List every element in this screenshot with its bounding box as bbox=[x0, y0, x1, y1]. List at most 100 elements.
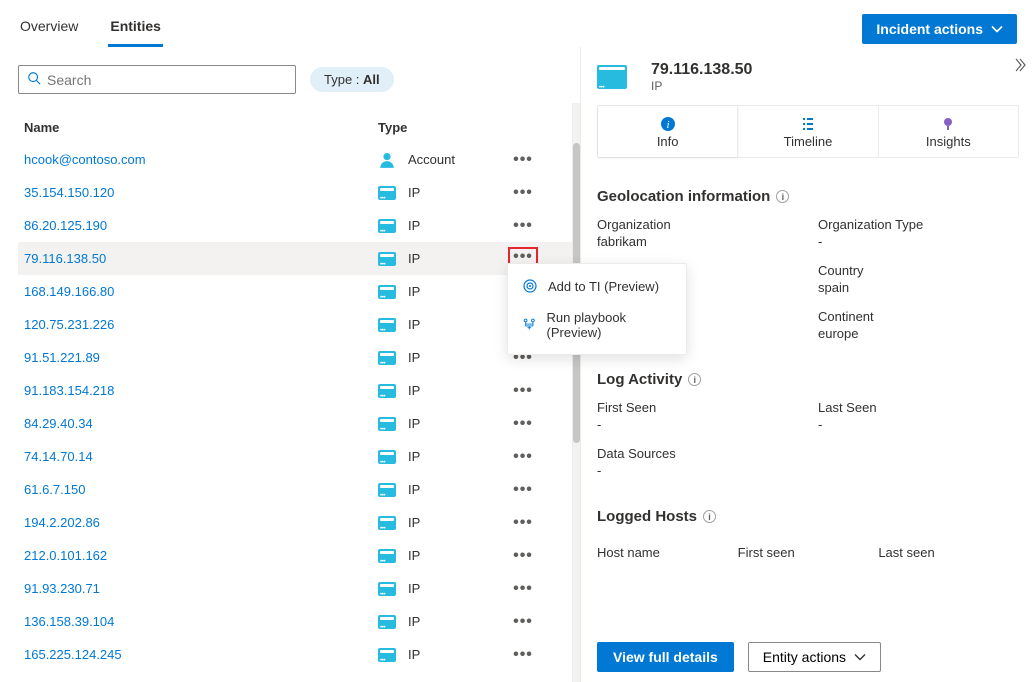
type-filter-pill[interactable]: Type : All bbox=[310, 67, 394, 92]
target-icon bbox=[522, 278, 538, 294]
hosts-header-hostname: Host name bbox=[597, 545, 738, 560]
incident-actions-button[interactable]: Incident actions bbox=[862, 14, 1017, 44]
table-row[interactable]: 212.0.101.162IP••• bbox=[18, 539, 580, 572]
table-row[interactable]: hcook@contoso.comAccount••• bbox=[18, 143, 580, 176]
entity-header: 79.116.138.50 IP bbox=[597, 61, 1019, 93]
label-continent: Continent bbox=[818, 309, 1019, 324]
table-row[interactable]: 165.225.124.245IP••• bbox=[18, 638, 580, 671]
entity-title: 79.116.138.50 bbox=[651, 61, 752, 79]
table-row[interactable]: 79.116.138.50IP••• bbox=[18, 242, 580, 275]
value-first-seen: - bbox=[597, 417, 601, 432]
table-row[interactable]: 120.75.231.226IP••• bbox=[18, 308, 580, 341]
section-log-activity: Log Activity i bbox=[597, 371, 1019, 388]
entity-link[interactable]: 61.6.7.150 bbox=[24, 482, 85, 497]
entity-link[interactable]: 84.29.40.34 bbox=[24, 416, 93, 431]
info-icon[interactable]: i bbox=[703, 510, 716, 523]
search-input[interactable] bbox=[47, 72, 287, 88]
entity-link[interactable]: 91.183.154.218 bbox=[24, 383, 114, 398]
value-organization-type: - bbox=[818, 234, 822, 249]
entity-actions-button[interactable]: Entity actions bbox=[748, 642, 881, 672]
entity-link[interactable]: 35.154.150.120 bbox=[24, 185, 114, 200]
table-row[interactable]: 84.29.40.34 IP ••• bbox=[18, 407, 580, 440]
value-country: spain bbox=[818, 280, 849, 295]
entity-link[interactable]: 194.2.202.86 bbox=[24, 515, 100, 530]
ip-icon bbox=[378, 351, 396, 365]
detail-tab-info[interactable]: i Info bbox=[598, 106, 738, 157]
ip-icon bbox=[378, 384, 396, 398]
info-icon[interactable]: i bbox=[688, 373, 701, 386]
playbook-icon bbox=[522, 317, 537, 333]
ip-icon bbox=[378, 615, 396, 629]
view-full-details-button[interactable]: View full details bbox=[597, 642, 734, 672]
menu-add-to-ti[interactable]: Add to TI (Preview) bbox=[508, 270, 686, 302]
ip-icon bbox=[378, 318, 396, 332]
entity-link[interactable]: 212.0.101.162 bbox=[24, 548, 107, 563]
table-row[interactable]: 86.20.125.190 IP ••• bbox=[18, 209, 580, 242]
entity-subtitle: IP bbox=[651, 79, 752, 93]
row-actions-button[interactable]: ••• bbox=[508, 584, 538, 594]
ip-icon bbox=[378, 483, 396, 497]
ip-icon bbox=[378, 648, 396, 662]
label-data-sources: Data Sources bbox=[597, 446, 798, 461]
row-actions-button[interactable]: ••• bbox=[508, 386, 538, 396]
entity-link[interactable]: 120.75.231.226 bbox=[24, 317, 114, 332]
entity-link[interactable]: 168.149.166.80 bbox=[24, 284, 114, 299]
table-row[interactable]: 35.154.150.120 IP ••• bbox=[18, 176, 580, 209]
scrollbar-track[interactable] bbox=[572, 103, 580, 682]
table-row[interactable]: 136.158.39.104 IP ••• bbox=[18, 605, 580, 638]
table-row[interactable]: 168.149.166.80IP••• bbox=[18, 275, 580, 308]
menu-run-playbook[interactable]: Run playbook (Preview) bbox=[508, 302, 686, 348]
detail-tab-timeline[interactable]: Timeline bbox=[738, 106, 878, 157]
insights-icon bbox=[940, 116, 956, 132]
header-type[interactable]: Type bbox=[378, 120, 508, 135]
entity-link[interactable]: 91.51.221.89 bbox=[24, 350, 100, 365]
entity-link[interactable]: hcook@contoso.com bbox=[24, 152, 146, 167]
row-actions-button[interactable]: ••• bbox=[508, 551, 538, 561]
tab-entities[interactable]: Entities bbox=[108, 10, 163, 47]
entity-link[interactable]: 136.158.39.104 bbox=[24, 614, 114, 629]
entity-link[interactable]: 86.20.125.190 bbox=[24, 218, 107, 233]
table-row[interactable]: 74.14.70.14IP••• bbox=[18, 440, 580, 473]
row-actions-button[interactable]: ••• bbox=[508, 419, 538, 429]
row-actions-button[interactable]: ••• bbox=[508, 452, 538, 462]
row-actions-button[interactable]: ••• bbox=[508, 485, 538, 495]
table-header: Name Type bbox=[18, 112, 580, 143]
table-row[interactable]: 91.93.230.71IP••• bbox=[18, 572, 580, 605]
tab-overview[interactable]: Overview bbox=[18, 10, 80, 47]
chevron-down-icon bbox=[991, 23, 1003, 35]
row-actions-button[interactable]: ••• bbox=[508, 518, 538, 528]
row-actions-button[interactable]: ••• bbox=[508, 188, 538, 198]
entity-type-label: IP bbox=[408, 383, 420, 398]
incident-actions-label: Incident actions bbox=[876, 21, 983, 37]
ip-icon bbox=[378, 252, 396, 266]
row-actions-button[interactable]: ••• bbox=[508, 155, 538, 165]
entity-type-label: IP bbox=[408, 515, 420, 530]
entity-link[interactable]: 79.116.138.50 bbox=[24, 251, 106, 266]
row-actions-button[interactable]: ••• bbox=[508, 650, 538, 660]
entity-type-label: IP bbox=[408, 251, 420, 266]
entity-link[interactable]: 165.225.124.245 bbox=[24, 647, 122, 662]
hosts-header-lastseen: Last seen bbox=[878, 545, 1019, 560]
search-box[interactable] bbox=[18, 65, 296, 94]
entity-link[interactable]: 91.93.230.71 bbox=[24, 581, 100, 596]
entity-type-label: IP bbox=[408, 317, 420, 332]
chevron-down-icon bbox=[854, 651, 866, 663]
detail-tabs: i Info Timeline Insights bbox=[597, 105, 1019, 158]
table-row[interactable]: 61.6.7.150IP••• bbox=[18, 473, 580, 506]
table-row[interactable]: 91.51.221.89IP••• bbox=[18, 341, 580, 374]
info-icon[interactable]: i bbox=[776, 190, 789, 203]
table-row[interactable]: 91.183.154.218 IP ••• bbox=[18, 374, 580, 407]
row-actions-button[interactable]: ••• bbox=[508, 221, 538, 231]
header-name[interactable]: Name bbox=[18, 120, 378, 135]
context-menu: Add to TI (Preview) Run playbook (Previe… bbox=[507, 263, 687, 355]
detail-tab-insights[interactable]: Insights bbox=[879, 106, 1018, 157]
entity-type-label: IP bbox=[408, 218, 420, 233]
row-actions-button[interactable]: ••• bbox=[508, 617, 538, 627]
entity-type-label: IP bbox=[408, 416, 420, 431]
entity-link[interactable]: 74.14.70.14 bbox=[24, 449, 93, 464]
section-geolocation: Geolocation information i bbox=[597, 188, 1019, 205]
value-continent: europe bbox=[818, 326, 858, 341]
entity-type-label: IP bbox=[408, 185, 420, 200]
entity-type-label: IP bbox=[408, 614, 420, 629]
table-row[interactable]: 194.2.202.86 IP ••• bbox=[18, 506, 580, 539]
